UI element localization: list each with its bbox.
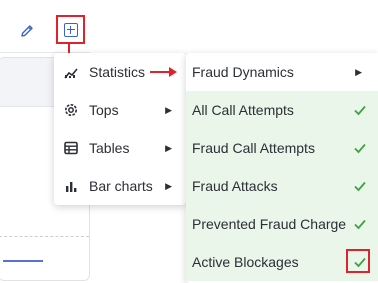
chart-gridline: [0, 236, 89, 237]
menu-item-bar-charts[interactable]: Bar charts ▶: [54, 167, 186, 205]
annotation-arrow-right: [150, 67, 177, 77]
submenu-item-label: All Call Attempts: [192, 102, 294, 118]
checkmark-icon: [352, 178, 368, 194]
edit-button[interactable]: [16, 20, 38, 42]
submenu-item-fraud-attacks[interactable]: Fraud Attacks: [186, 167, 378, 205]
menu-item-tops[interactable]: Tops ▶: [54, 91, 186, 129]
chevron-right-icon: ▶: [355, 66, 362, 77]
chevron-right-icon: ▶: [165, 142, 172, 153]
add-widget-icon: [63, 22, 78, 37]
chart-series-line: [3, 260, 43, 262]
submenu-item-fraud-call-attempts[interactable]: Fraud Call Attempts: [186, 129, 378, 167]
chevron-right-icon: ▶: [165, 180, 172, 191]
checkmark-icon: [352, 140, 368, 156]
menu-item-label: Tops: [89, 102, 119, 118]
submenu-item-prevented-fraud-charge[interactable]: Prevented Fraud Charge: [186, 205, 378, 243]
add-widget-menu: Statistics Tops ▶ Tables ▶ Bar charts ▶: [54, 53, 186, 205]
pencil-icon: [21, 25, 33, 37]
chevron-right-icon: ▶: [165, 104, 172, 115]
submenu-item-fraud-dynamics[interactable]: Fraud Dynamics ▶: [186, 53, 378, 91]
gear-icon: [63, 102, 79, 118]
menu-item-label: Bar charts: [89, 178, 153, 194]
annotation-highlight-box: [346, 249, 370, 273]
menu-item-label: Tables: [89, 140, 130, 156]
bar-chart-icon: [63, 178, 79, 194]
submenu-item-all-call-attempts[interactable]: All Call Attempts: [186, 91, 378, 129]
submenu-item-label: Active Blockages: [192, 254, 299, 270]
submenu-item-label: Fraud Call Attempts: [192, 140, 315, 156]
statistics-submenu: Fraud Dynamics ▶ All Call Attempts Fraud…: [186, 53, 378, 283]
table-icon: [63, 140, 79, 156]
chart-trend-icon: [63, 64, 79, 80]
submenu-item-label: Fraud Attacks: [192, 178, 278, 194]
checkmark-icon: [352, 102, 368, 118]
submenu-item-label: Prevented Fraud Charge: [192, 216, 347, 232]
submenu-item-label: Fraud Dynamics: [192, 64, 294, 80]
submenu-item-active-blockages[interactable]: Active Blockages: [186, 243, 378, 281]
menu-item-tables[interactable]: Tables ▶: [54, 129, 186, 167]
menu-item-label: Statistics: [89, 64, 146, 80]
checkmark-icon: [352, 216, 368, 232]
add-widget-button[interactable]: [56, 15, 85, 44]
